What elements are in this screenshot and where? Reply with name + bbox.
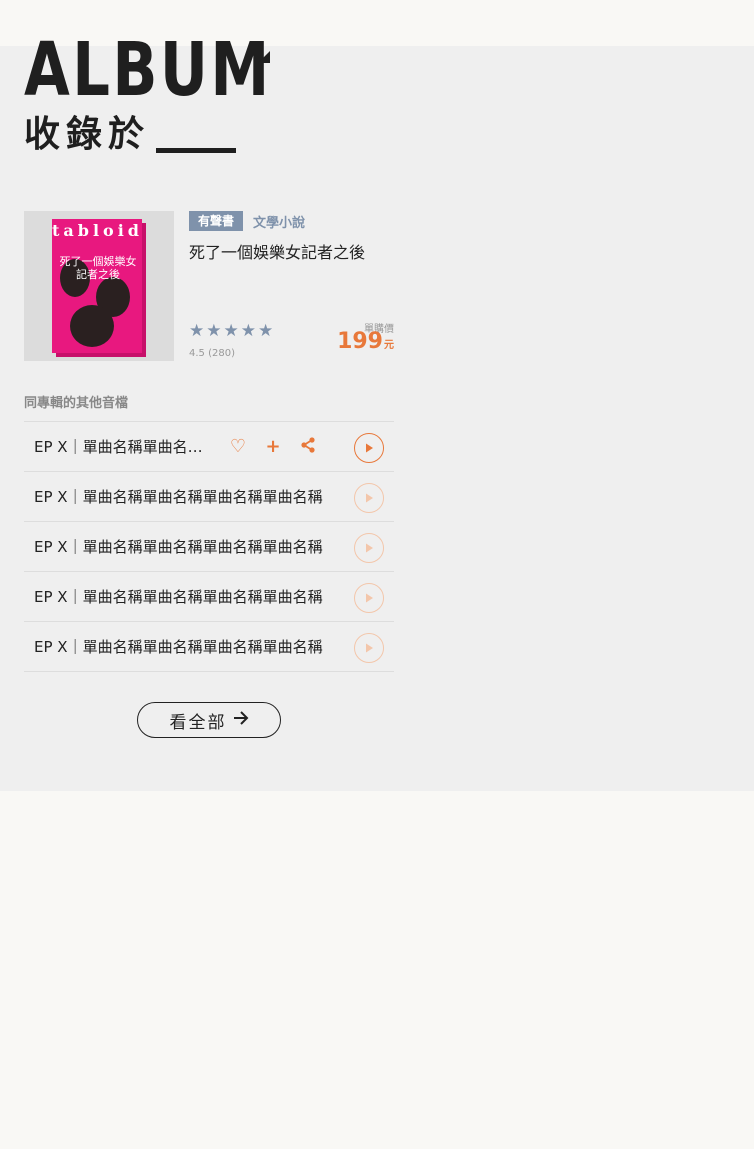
play-icon bbox=[366, 643, 373, 653]
track-list-heading: 同專輯的其他音檔 bbox=[24, 396, 129, 411]
album-panel bbox=[0, 46, 754, 791]
track-list: EP X｜單曲名稱單曲名稱單曲名稱單曲名稱單曲名稱 ♡ + EP X｜單曲名稱單… bbox=[24, 421, 394, 672]
track-title[interactable]: EP X｜單曲名稱單曲名稱單曲名稱單曲名稱 bbox=[34, 586, 334, 607]
book-cover[interactable]: tabloid 死了一個娛樂女記者之後 bbox=[24, 211, 174, 361]
corner-mark bbox=[258, 51, 270, 63]
album-title: ALBUM bbox=[24, 27, 272, 113]
star-icon: ★ bbox=[258, 321, 274, 341]
star-icon: ★ bbox=[240, 321, 256, 341]
price-value: 199 bbox=[337, 329, 383, 354]
included-in-label: 收錄於 bbox=[24, 114, 151, 155]
price-unit: 元 bbox=[384, 340, 394, 351]
star-icon: ★ bbox=[206, 321, 222, 341]
book-tags: 有聲書 文學小說 bbox=[189, 211, 305, 231]
track-title[interactable]: EP X｜單曲名稱單曲名稱單曲名稱單曲名稱 bbox=[34, 536, 334, 557]
star-icon: ★ bbox=[189, 321, 205, 341]
star-icon: ★ bbox=[223, 321, 239, 341]
play-button[interactable] bbox=[354, 433, 384, 463]
track-row[interactable]: EP X｜單曲名稱單曲名稱單曲名稱單曲名稱單曲名稱 ♡ + bbox=[24, 422, 394, 472]
audiobook-tag: 有聲書 bbox=[189, 211, 244, 231]
book-title[interactable]: 死了一個娛樂女記者之後 bbox=[189, 239, 365, 263]
plus-icon[interactable]: + bbox=[264, 438, 282, 456]
track-title[interactable]: EP X｜單曲名稱單曲名稱單曲名稱單曲名稱單曲名稱 bbox=[34, 436, 209, 457]
track-title[interactable]: EP X｜單曲名稱單曲名稱單曲名稱單曲名稱 bbox=[34, 486, 334, 507]
rating-count: 4.5 (280) bbox=[189, 348, 235, 359]
track-actions: ♡ + bbox=[229, 437, 317, 457]
cover-face-shape bbox=[70, 305, 114, 347]
share-icon[interactable] bbox=[299, 437, 317, 457]
price: 199元 bbox=[337, 329, 394, 354]
track-row[interactable]: EP X｜單曲名稱單曲名稱單曲名稱單曲名稱 bbox=[24, 472, 394, 522]
play-icon bbox=[366, 593, 373, 603]
track-title[interactable]: EP X｜單曲名稱單曲名稱單曲名稱單曲名稱 bbox=[34, 636, 334, 657]
play-button[interactable] bbox=[354, 533, 384, 563]
album-heading: ALBUM bbox=[24, 27, 334, 113]
view-all-button[interactable]: 看全部 bbox=[137, 702, 281, 738]
track-row[interactable]: EP X｜單曲名稱單曲名稱單曲名稱單曲名稱 bbox=[24, 622, 394, 672]
play-button[interactable] bbox=[354, 583, 384, 613]
play-icon bbox=[366, 543, 373, 553]
view-all-label: 看全部 bbox=[169, 712, 227, 733]
included-in-heading: 收錄於 bbox=[24, 113, 237, 157]
track-row[interactable]: EP X｜單曲名稱單曲名稱單曲名稱單曲名稱 bbox=[24, 572, 394, 622]
category-link[interactable]: 文學小說 bbox=[253, 212, 305, 231]
cover-title: 死了一個娛樂女記者之後 bbox=[59, 255, 137, 281]
cover-brand: tabloid bbox=[52, 221, 143, 240]
cover-artwork: tabloid 死了一個娛樂女記者之後 bbox=[52, 219, 142, 353]
book-card[interactable]: tabloid 死了一個娛樂女記者之後 有聲書 文學小說 死了一個娛樂女記者之後… bbox=[24, 211, 394, 361]
star-rating: ★ ★ ★ ★ ★ bbox=[189, 323, 273, 340]
play-button[interactable] bbox=[354, 633, 384, 663]
arrow-right-icon bbox=[233, 710, 249, 730]
heart-icon[interactable]: ♡ bbox=[229, 438, 247, 456]
play-icon bbox=[366, 443, 373, 453]
play-icon bbox=[366, 493, 373, 503]
track-row[interactable]: EP X｜單曲名稱單曲名稱單曲名稱單曲名稱 bbox=[24, 522, 394, 572]
play-button[interactable] bbox=[354, 483, 384, 513]
heading-underline bbox=[156, 148, 237, 153]
